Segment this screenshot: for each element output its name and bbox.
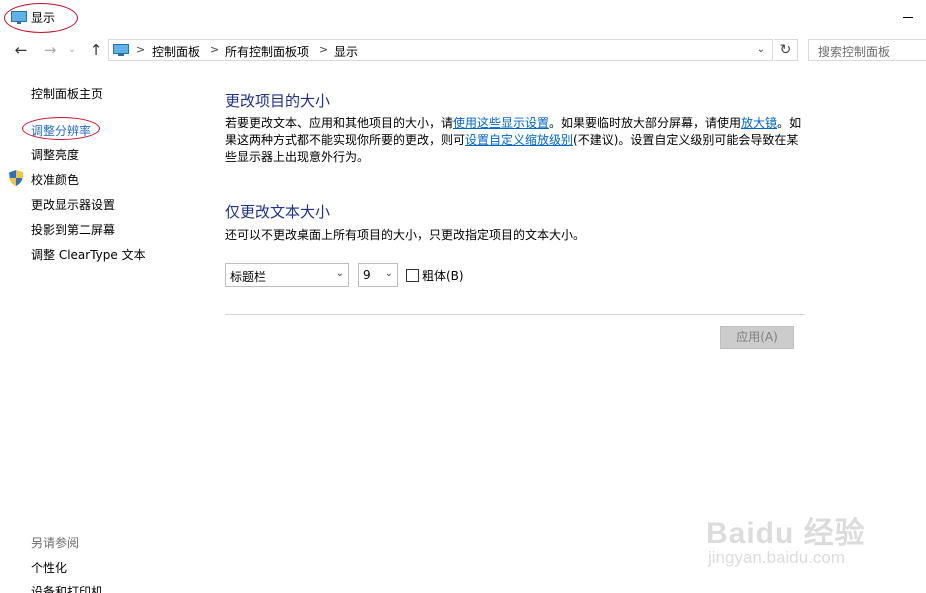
breadcrumb-all-items[interactable]: 所有控制面板项 xyxy=(225,43,309,60)
minimize-button[interactable] xyxy=(898,6,918,26)
title-bar: 显示 xyxy=(0,0,926,36)
custom-scaling-link[interactable]: 设置自定义缩放级别 xyxy=(465,133,573,147)
forward-arrow-icon[interactable]: → xyxy=(40,40,60,60)
monitor-icon xyxy=(11,11,27,24)
see-also-devices-printers[interactable]: 设备和打印机 xyxy=(31,583,103,593)
sidebar-item-project[interactable]: 投影到第二屏幕 xyxy=(31,221,115,238)
breadcrumb-separator: > xyxy=(210,43,220,56)
up-arrow-icon[interactable]: ↑ xyxy=(86,40,106,60)
magnifier-link[interactable]: 放大镜 xyxy=(741,116,777,130)
sidebar-home-link[interactable]: 控制面板主页 xyxy=(31,85,103,102)
chevron-down-icon[interactable]: ⌄ xyxy=(754,42,768,58)
breadcrumb-separator: > xyxy=(136,43,146,56)
bold-label[interactable]: 粗体(B) xyxy=(422,267,464,284)
shield-icon xyxy=(9,170,23,186)
sidebar-item-display-settings[interactable]: 更改显示器设置 xyxy=(31,196,115,213)
font-size-select[interactable]: 9 ⌄ xyxy=(358,263,398,287)
breadcrumb-control-panel[interactable]: 控制面板 xyxy=(152,43,200,60)
chevron-down-icon: ⌄ xyxy=(335,268,344,279)
watermark-logo-text: Baidu 经验 xyxy=(706,517,866,550)
breadcrumb-display[interactable]: 显示 xyxy=(334,43,358,60)
item-select[interactable]: 标题栏 ⌄ xyxy=(225,263,349,287)
change-size-description: 若要更改文本、应用和其他项目的大小，请使用这些显示设置。如果要临时放大部分屏幕，… xyxy=(225,116,802,164)
text-size-description: 还可以不更改桌面上所有项目的大小，只更改指定项目的文本大小。 xyxy=(225,228,586,242)
apply-button[interactable]: 应用(A) xyxy=(720,326,794,349)
refresh-icon[interactable]: ↻ xyxy=(774,39,798,61)
see-also-heading: 另请参阅 xyxy=(31,536,80,550)
section-title-text-size: 仅更改文本大小 xyxy=(225,203,331,221)
search-input[interactable]: 搜索控制面板 xyxy=(808,39,926,61)
recent-dropdown-icon[interactable]: ⌄ xyxy=(62,40,82,60)
watermark-url: jingyan.baidu.com xyxy=(708,548,846,567)
window-title: 显示 xyxy=(31,11,56,25)
address-bar[interactable]: > 控制面板 > 所有控制面板项 > 显示 ⌄ xyxy=(108,39,773,61)
bold-checkbox[interactable] xyxy=(406,269,419,282)
sidebar-item-calibrate[interactable]: 校准颜色 xyxy=(31,171,79,188)
display-settings-link[interactable]: 使用这些显示设置 xyxy=(453,116,549,130)
sidebar-item-cleartype[interactable]: 调整 ClearType 文本 xyxy=(31,246,146,263)
control-panel-icon xyxy=(113,44,129,56)
chevron-down-icon: ⌄ xyxy=(384,268,393,279)
back-arrow-icon[interactable]: ← xyxy=(11,40,31,60)
font-size-value: 9 xyxy=(363,268,371,282)
sidebar-item-brightness[interactable]: 调整亮度 xyxy=(31,146,79,163)
breadcrumb-separator: > xyxy=(319,43,329,56)
see-also-personalization[interactable]: 个性化 xyxy=(31,559,67,576)
baidu-watermark: Baidu 经验 jingyan.baidu.com xyxy=(706,508,886,578)
section-title-change-size: 更改项目的大小 xyxy=(225,92,331,110)
item-select-value: 标题栏 xyxy=(230,270,267,284)
sidebar-item-resolution[interactable]: 调整分辨率 xyxy=(31,122,91,139)
divider xyxy=(225,314,805,315)
